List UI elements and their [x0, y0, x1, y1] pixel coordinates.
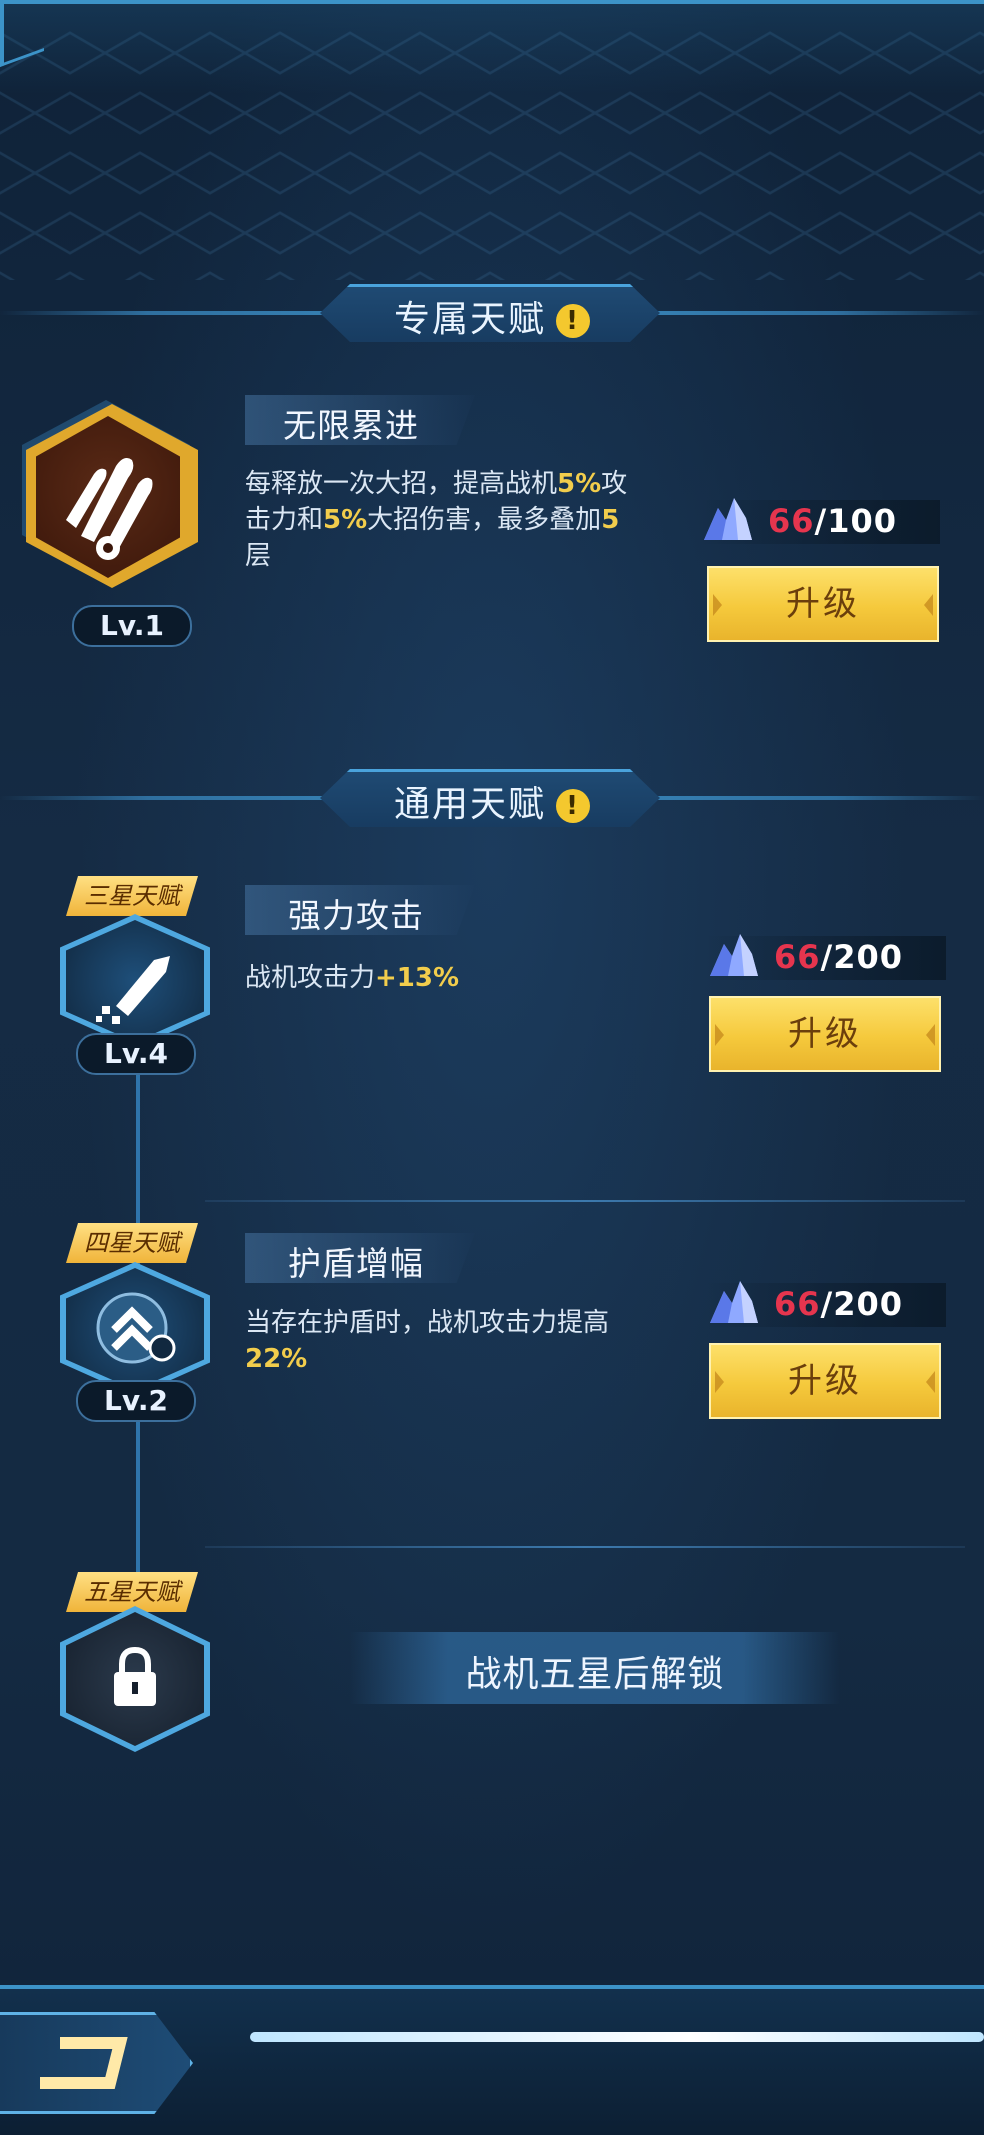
talent-description: 每释放一次大招，提高战机5%攻 击力和5%大招伤害，最多叠加5 层: [245, 469, 628, 571]
alert-icon[interactable]: !: [556, 789, 590, 823]
star-tag: 四星天赋: [66, 1223, 198, 1263]
bottom-glow: [250, 2032, 984, 2042]
talent-name: 无限累进: [283, 406, 419, 445]
talent-description: 战机攻击力+13%: [245, 963, 460, 993]
cost-display: 66/200: [706, 1281, 946, 1327]
crystal-icon: [710, 1281, 758, 1323]
cost-need: 200: [833, 1285, 904, 1323]
crystal-icon: [710, 934, 758, 976]
section-header-exclusive: 专属天赋!: [0, 278, 984, 348]
cost-need: 200: [833, 938, 904, 976]
star-tag: 三星天赋: [66, 876, 198, 916]
cost-display: 66/200: [706, 934, 946, 980]
section-header-general: 通用天赋!: [0, 763, 984, 833]
upgrade-button[interactable]: 升级: [709, 996, 941, 1072]
row-divider: [205, 1546, 965, 1548]
row-divider: [205, 1200, 965, 1202]
top-frame: [0, 0, 984, 94]
section-title-exclusive: 专属天赋: [393, 299, 546, 340]
cost-have: 66: [774, 938, 821, 976]
star-tag: 五星天赋: [66, 1572, 198, 1612]
level-badge: Lv.4: [76, 1033, 196, 1075]
upgrade-button[interactable]: 升级: [707, 566, 939, 642]
level-badge: Lv.2: [76, 1380, 196, 1422]
crystal-icon: [704, 498, 752, 540]
alert-icon[interactable]: !: [556, 304, 590, 338]
back-arrow-icon: [40, 2037, 128, 2089]
locked-message: 战机五星后解锁: [465, 1654, 725, 1695]
cost-need: 100: [827, 502, 898, 540]
cost-display: 66/100: [700, 498, 940, 544]
talent-description: 当存在护盾时，战机攻击力提高 22%: [245, 1308, 610, 1374]
section-title-general: 通用天赋: [393, 784, 546, 825]
level-badge: Lv.1: [72, 605, 192, 647]
cost-have: 66: [768, 502, 815, 540]
cost-have: 66: [774, 1285, 821, 1323]
upgrade-button[interactable]: 升级: [709, 1343, 941, 1419]
talent-name: 强力攻击: [288, 896, 424, 935]
talent-name: 护盾增幅: [288, 1244, 424, 1283]
back-button[interactable]: [0, 2012, 193, 2114]
